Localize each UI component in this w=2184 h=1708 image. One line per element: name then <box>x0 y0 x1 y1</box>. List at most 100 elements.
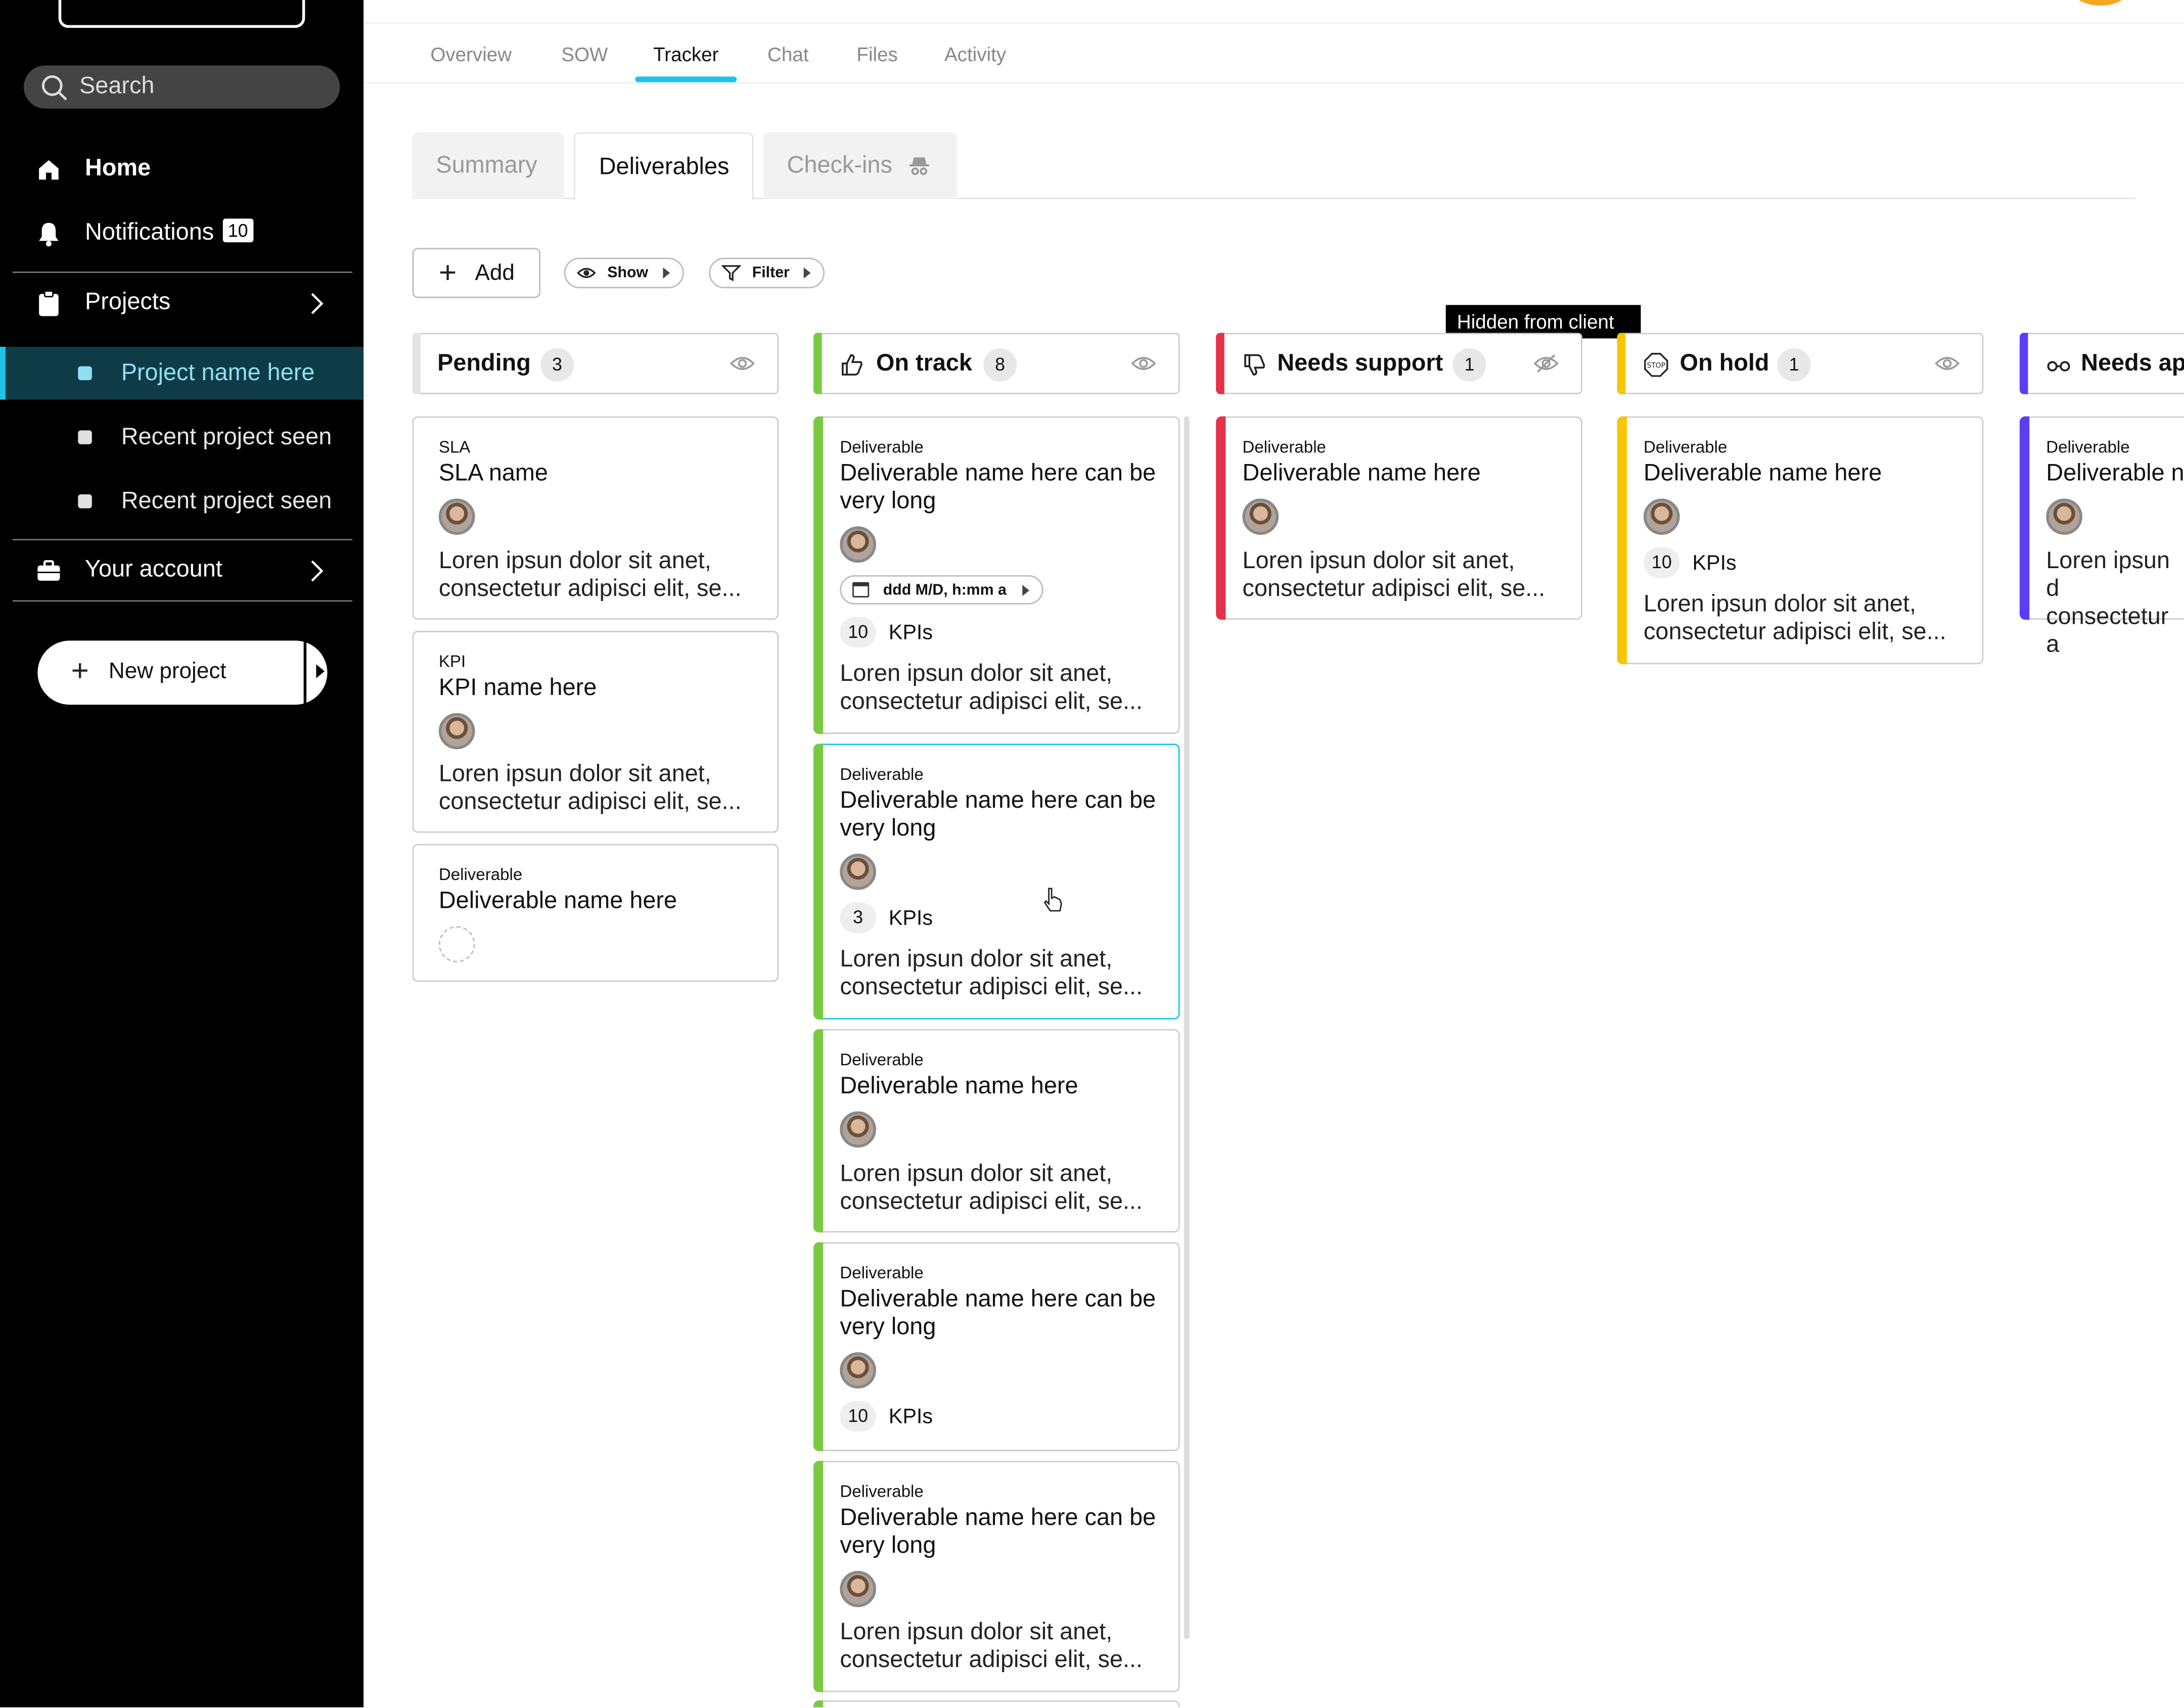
card-description: Loren ipsun dolor sit anet, consectetur … <box>840 945 1143 1000</box>
sidebar-item-account[interactable]: Your account <box>0 542 363 601</box>
caret-right-icon <box>1022 585 1030 596</box>
eye-icon <box>577 268 596 278</box>
show-button[interactable]: Show <box>564 257 684 289</box>
kpi-count-badge: 10 <box>840 1401 876 1432</box>
status-bar <box>2019 416 2030 620</box>
empty-avatar-icon[interactable] <box>438 926 475 962</box>
tab-overview[interactable]: Overview <box>430 43 512 65</box>
sidebar-project-item[interactable]: Recent project seen <box>0 475 363 528</box>
calendar-icon <box>852 582 870 597</box>
avatar[interactable] <box>2046 498 2082 535</box>
board-card[interactable]: KPI KPI name here Loren ipsun dolor sit … <box>412 631 779 833</box>
board-card[interactable] <box>813 1700 1180 1707</box>
column-count: 1 <box>1452 348 1486 382</box>
board-card[interactable]: Deliverable Deliverable n Loren ipsun d … <box>2019 416 2184 657</box>
status-bar <box>1216 416 1226 620</box>
sidebar-item-projects[interactable]: Projects <box>0 274 363 333</box>
user-avatar[interactable] <box>2072 0 2128 6</box>
tab-chat[interactable]: Chat <box>767 43 808 65</box>
board-card[interactable]: SLA SLA name Loren ipsun dolor sit anet,… <box>412 416 779 620</box>
card-description: Loren ipsun dolor sit anet, consectetur … <box>438 547 742 602</box>
board-card[interactable]: Deliverable Deliverable name here can be… <box>813 744 1180 1020</box>
kpi-count-badge: 3 <box>840 902 876 933</box>
card-type: Deliverable <box>840 1482 924 1501</box>
column-title: Needs ap <box>2081 349 2184 376</box>
sidebar-item-home[interactable]: Home <box>0 141 363 199</box>
board-card[interactable]: Deliverable Deliverable name here can be… <box>813 416 1180 734</box>
card-title: Deliverable name here can be very long <box>840 787 1156 842</box>
avatar[interactable] <box>438 713 475 750</box>
caret-right-icon[interactable] <box>316 664 325 678</box>
eye-icon[interactable] <box>1935 354 1960 374</box>
column-title: Pending <box>437 349 531 376</box>
board-card[interactable]: Deliverable Deliverable name here Loren … <box>1216 416 1582 620</box>
avatar[interactable] <box>840 1111 876 1148</box>
filter-button[interactable]: Filter <box>709 257 825 289</box>
sidebar-item-label: Home <box>85 154 151 181</box>
add-button[interactable]: + Add <box>412 248 540 298</box>
plus-icon: + <box>438 255 457 290</box>
column-scrollbar[interactable] <box>1184 416 1190 1639</box>
sidebar-project-item[interactable]: Recent project seen <box>0 411 363 464</box>
card-type: Deliverable <box>840 764 924 784</box>
sidebar-item-notifications[interactable]: Notifications 10 <box>0 205 363 263</box>
column-count: 1 <box>1777 348 1811 382</box>
tab-tracker[interactable]: Tracker <box>653 43 718 65</box>
avatar[interactable] <box>1644 498 1680 535</box>
board-card[interactable]: Deliverable Deliverable name here <box>412 844 779 982</box>
sidebar-project-item[interactable]: Project name here <box>0 347 364 400</box>
due-date-button[interactable]: ddd M/D, h:mm a <box>840 575 1043 605</box>
sidebar: 24seven Search Home Notifications10 Proj… <box>0 0 364 1707</box>
tab-activity[interactable]: Activity <box>944 43 1006 65</box>
eye-icon[interactable] <box>730 354 755 374</box>
avatar[interactable] <box>840 853 876 890</box>
eye-icon[interactable] <box>1131 354 1156 374</box>
chevron-right-icon <box>311 293 324 314</box>
subtab-check-ins[interactable]: Check-ins <box>763 132 957 199</box>
status-bar <box>2019 333 2028 394</box>
new-project-button[interactable]: + New project <box>37 640 328 705</box>
hand-cursor-icon <box>1043 888 1062 912</box>
sidebar-item-label: Your account <box>85 556 222 582</box>
card-description: Loren ipsun dolor sit anet, consectetur … <box>1242 547 1545 602</box>
board-card[interactable]: Deliverable Deliverable name here can be… <box>813 1242 1180 1451</box>
project-dot-icon <box>78 494 92 509</box>
search-placeholder: Search <box>79 72 155 99</box>
glasses-icon <box>2047 361 2070 372</box>
avatar[interactable] <box>840 526 876 563</box>
kpi-count-badge: 10 <box>1644 547 1680 578</box>
card-title: Deliverable n <box>2046 459 2184 486</box>
search-icon <box>41 75 67 101</box>
column-title: On hold <box>1679 349 1769 376</box>
kpi-count-badge: 10 <box>840 617 876 648</box>
subtab-summary[interactable]: Summary <box>412 132 564 199</box>
project-dot-icon <box>78 366 92 381</box>
eye-off-icon[interactable] <box>1533 354 1559 374</box>
board-card[interactable]: Deliverable Deliverable name here Loren … <box>813 1029 1180 1233</box>
show-label: Show <box>607 264 649 282</box>
avatar[interactable] <box>840 1352 876 1389</box>
board-card[interactable]: Deliverable Deliverable name here can be… <box>813 1461 1180 1692</box>
column-header-on-hold: STOP On hold 1 <box>1617 333 1984 394</box>
tab-sow[interactable]: SOW <box>561 43 608 65</box>
avatar[interactable] <box>438 498 475 535</box>
card-title: Deliverable name here <box>1242 459 1481 486</box>
brand-logo[interactable]: 24seven <box>58 0 305 28</box>
kpi-label: KPIs <box>888 906 933 931</box>
tab-files[interactable]: Files <box>856 43 897 65</box>
card-type: Deliverable <box>1644 437 1727 457</box>
card-description: Loren ipsun dolor sit anet, consectetur … <box>840 1160 1143 1215</box>
status-bar <box>1617 333 1626 394</box>
subtab-deliverables[interactable]: Check-insDeliverables <box>574 132 754 201</box>
avatar[interactable] <box>1242 498 1279 535</box>
incognito-icon <box>909 157 929 175</box>
column-header-on-track: On track 8 <box>813 333 1180 394</box>
search-input[interactable]: Search <box>23 65 340 109</box>
card-description: Loren ipsun dolor sit anet, consectetur … <box>438 760 742 815</box>
project-dot-icon <box>78 430 92 444</box>
avatar[interactable] <box>840 1571 876 1607</box>
project-tabs: Overview SOW Tracker Chat Files Activity <box>363 24 2184 84</box>
column-header-needs-support: Needs support 1 <box>1216 333 1582 394</box>
new-project-label: New project <box>108 660 226 684</box>
board-card[interactable]: Deliverable Deliverable name here 10 KPI… <box>1617 416 1984 665</box>
